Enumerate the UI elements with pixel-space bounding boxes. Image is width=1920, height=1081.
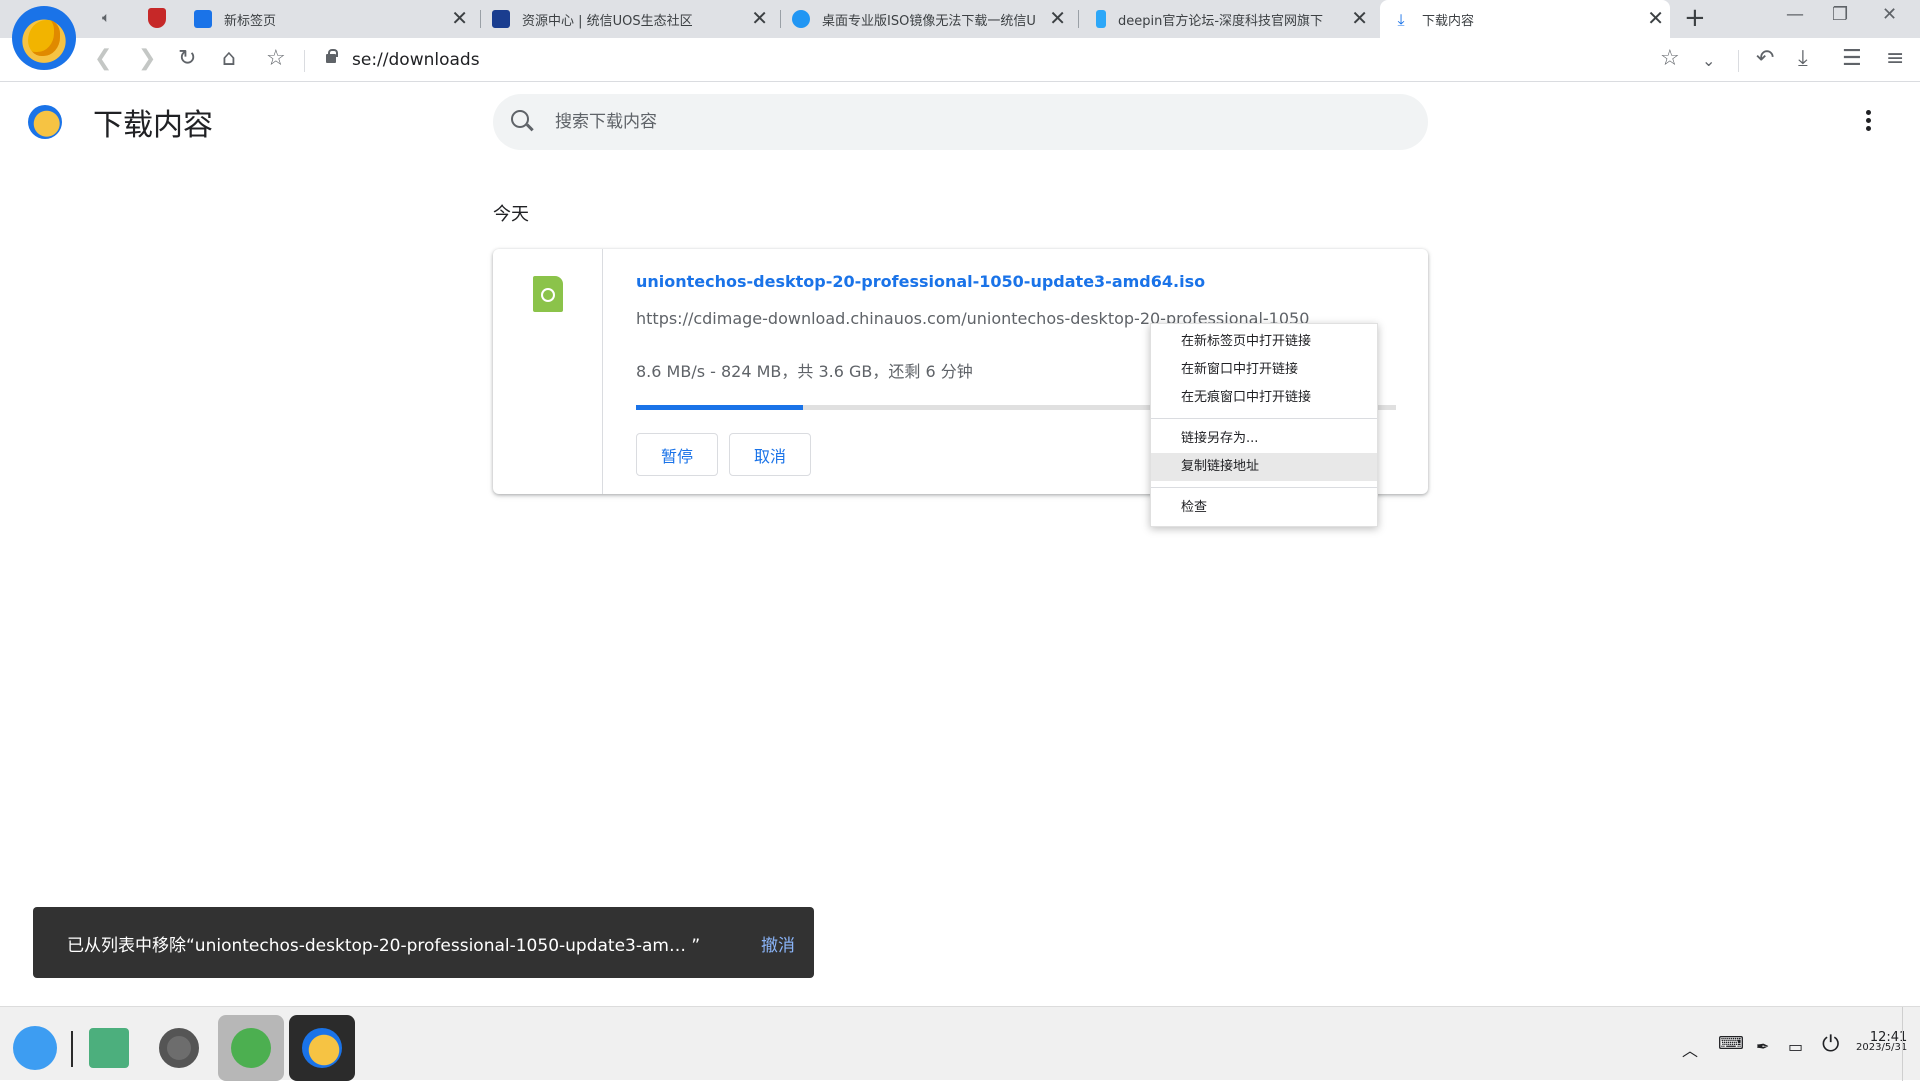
deepin-icon xyxy=(1096,10,1106,28)
favorites-star-icon[interactable]: ☆ xyxy=(1660,46,1680,72)
tab-label: 桌面专业版ISO镜像无法下载一统信U xyxy=(822,13,1036,29)
speaker-icon[interactable]: 🔈︎ xyxy=(102,10,110,26)
download-icon: ⤓ xyxy=(1397,10,1405,29)
tab-deepin-forum[interactable]: deepin官方论坛-深度科技官网旗下 ✕ xyxy=(1092,0,1374,38)
uos-logo-icon xyxy=(492,10,510,28)
taskbar: ︿ ⌨ ✒ ▭ ⏻ 12:41 2023/5/31 xyxy=(0,1006,1920,1081)
close-icon[interactable]: ✕ xyxy=(1049,8,1066,28)
search-icon xyxy=(511,110,529,128)
cancel-button[interactable]: 取消 xyxy=(729,433,811,476)
browser-icon[interactable] xyxy=(289,1015,355,1081)
menu-divider xyxy=(1151,418,1377,419)
close-icon[interactable]: ✕ xyxy=(451,8,468,28)
disc-file-icon xyxy=(533,276,563,312)
clock-date: 2023/5/31 xyxy=(1856,1042,1908,1053)
tab-strip: 🔈︎ 新标签页 ✕ 资源中心 | 统信UOS生态社区 ✕ 桌面专业版ISO镜像无… xyxy=(0,0,1920,70)
file-icon-column xyxy=(493,249,603,494)
new-tab-button[interactable]: + xyxy=(1684,3,1706,33)
context-menu: 在新标签页中打开链接 在新窗口中打开链接 在无痕窗口中打开链接 链接另存为...… xyxy=(1150,323,1378,527)
back-icon[interactable]: ❮ xyxy=(94,46,112,72)
minimize-icon[interactable]: — xyxy=(1786,4,1804,25)
pen-icon[interactable]: ✒ xyxy=(1756,1037,1769,1056)
tab-new-tab[interactable]: 新标签页 ✕ xyxy=(194,0,474,38)
reload-icon[interactable]: ↻ xyxy=(178,46,196,72)
tab-label: 新标签页 xyxy=(224,13,277,29)
reading-list-icon[interactable]: ☰ xyxy=(1842,46,1862,72)
undo-icon[interactable]: ↶ xyxy=(1756,46,1774,72)
close-icon[interactable]: ✕ xyxy=(1647,8,1664,28)
person-icon xyxy=(194,10,212,28)
wechat-icon[interactable] xyxy=(218,1015,284,1081)
progress-fill xyxy=(636,405,804,410)
pause-button[interactable]: 暂停 xyxy=(636,433,718,476)
snackbar: 已从列表中移除“uniontechos-desktop-20-professio… xyxy=(33,907,814,978)
menu-divider xyxy=(1151,487,1377,488)
close-icon[interactable]: ✕ xyxy=(751,8,768,28)
menu-item-save-link-as[interactable]: 链接另存为... xyxy=(1151,425,1377,453)
u-logo-icon xyxy=(792,10,810,28)
tab-downloads[interactable]: ⤓ 下载内容 ✕ xyxy=(1380,0,1670,38)
page-title: 下载内容 xyxy=(93,108,213,143)
shield-icon[interactable] xyxy=(148,8,166,28)
menu-item-copy-link[interactable]: 复制链接地址 xyxy=(1151,453,1377,481)
search-box[interactable] xyxy=(493,94,1428,150)
browser-logo[interactable] xyxy=(12,6,76,70)
close-icon[interactable]: ✕ xyxy=(1351,8,1368,28)
download-status: 8.6 MB/s - 824 MB，共 3.6 GB，还剩 6 分钟 xyxy=(636,362,973,381)
clock[interactable]: 12:41 2023/5/31 xyxy=(1856,1031,1908,1053)
tab-resource-center[interactable]: 资源中心 | 统信UOS生态社区 ✕ xyxy=(492,0,774,38)
menu-item-inspect[interactable]: 检查 xyxy=(1151,494,1377,522)
window-close-icon[interactable]: ✕ xyxy=(1882,4,1897,25)
lock-icon[interactable] xyxy=(326,49,338,63)
page-logo xyxy=(28,105,62,139)
power-icon[interactable]: ⏻ xyxy=(1822,1032,1839,1057)
tray-expand-icon[interactable]: ︿ xyxy=(1682,1037,1698,1061)
search-input[interactable] xyxy=(555,108,1395,136)
keyboard-icon[interactable]: ⌨ xyxy=(1718,1033,1744,1054)
toolbar: ❮ ❯ ↻ ⌂ ☆ se://downloads ☆ ⌄ ↶ ⤓ ☰ ≡ xyxy=(0,38,1920,82)
settings-icon[interactable] xyxy=(146,1015,212,1081)
launcher-icon[interactable] xyxy=(2,1015,68,1081)
menu-item-open-new-tab[interactable]: 在新标签页中打开链接 xyxy=(1151,328,1377,356)
date-heading: 今天 xyxy=(493,204,529,225)
toggle-icon[interactable]: ▭ xyxy=(1788,1037,1803,1056)
video-app-icon[interactable] xyxy=(76,1015,142,1081)
more-actions-icon[interactable] xyxy=(1866,110,1872,132)
menu-item-open-incognito[interactable]: 在无痕窗口中打开链接 xyxy=(1151,384,1377,412)
undo-button[interactable]: 撤消 xyxy=(761,931,795,956)
restore-icon[interactable]: ❐ xyxy=(1832,4,1848,25)
home-icon[interactable]: ⌂ xyxy=(222,46,236,72)
tab-iso-download[interactable]: 桌面专业版ISO镜像无法下载一统信U ✕ xyxy=(792,0,1072,38)
tab-label: deepin官方论坛-深度科技官网旗下 xyxy=(1118,13,1324,29)
menu-icon[interactable]: ≡ xyxy=(1886,46,1904,72)
tab-label: 资源中心 | 统信UOS生态社区 xyxy=(522,13,693,29)
menu-item-open-new-window[interactable]: 在新窗口中打开链接 xyxy=(1151,356,1377,384)
snackbar-message: 已从列表中移除“uniontechos-desktop-20-professio… xyxy=(67,936,701,956)
show-desktop-button[interactable] xyxy=(1902,1007,1920,1081)
chevron-down-icon[interactable]: ⌄ xyxy=(1702,48,1715,74)
file-name-link[interactable]: uniontechos-desktop-20-professional-1050… xyxy=(636,272,1205,291)
bookmark-star-icon[interactable]: ☆ xyxy=(266,46,286,72)
address-bar[interactable]: se://downloads xyxy=(352,50,480,70)
tab-label: 下载内容 xyxy=(1422,13,1475,29)
forward-icon[interactable]: ❯ xyxy=(138,46,156,72)
downloads-icon[interactable]: ⤓ xyxy=(1798,46,1808,72)
